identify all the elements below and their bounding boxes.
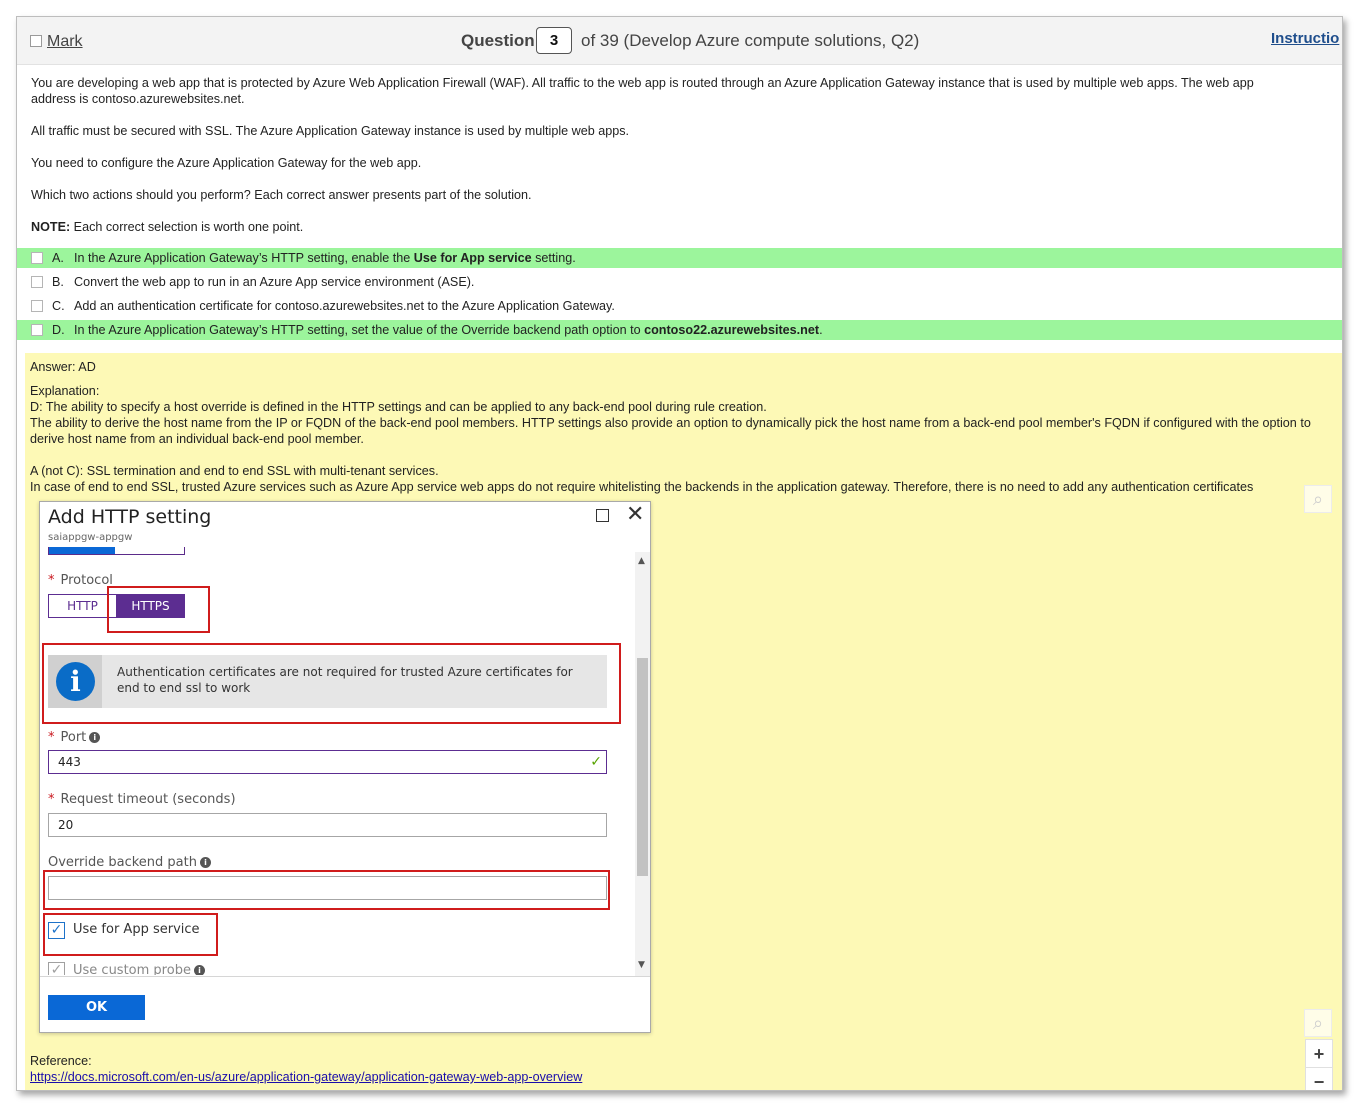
use-custom-probe-checkbox[interactable]: ✓ xyxy=(48,962,65,975)
option-text: Add an authentication certificate for co… xyxy=(74,299,615,313)
info-icon[interactable]: i xyxy=(200,857,211,868)
option-a[interactable]: A. In the Azure Application Gateway’s HT… xyxy=(17,248,1342,268)
question-paragraph: All traffic must be secured with SSL. Th… xyxy=(31,124,630,138)
add-http-setting-dialog: Add HTTP setting saiappgw-appgw ✕ * Proto… xyxy=(39,501,651,1033)
callout-info-banner xyxy=(42,643,621,724)
scroll-down-icon[interactable]: ▼ xyxy=(638,960,645,970)
reference-label: Reference: xyxy=(30,1054,92,1068)
option-text: In the Azure Application Gateway’s HTTP … xyxy=(74,323,823,337)
explanation-d-line: D: The ability to specify a host overrid… xyxy=(30,400,767,414)
toggle-partial xyxy=(48,547,185,555)
question-number-field[interactable]: 3 xyxy=(536,27,572,54)
option-checkbox[interactable] xyxy=(31,252,43,264)
port-input[interactable]: 443 ✓ xyxy=(48,750,607,774)
maximize-icon[interactable] xyxy=(596,509,609,522)
question-paragraph: You need to configure the Azure Applicat… xyxy=(31,156,422,170)
zoom-in-button[interactable]: + xyxy=(1306,1040,1332,1068)
request-timeout-label: * Request timeout (seconds) xyxy=(48,792,236,807)
note-paragraph: NOTE: Each correct selection is worth on… xyxy=(31,219,303,235)
answer-panel: Answer: AD Explanation: D: The ability t… xyxy=(25,353,1342,1090)
callout-https xyxy=(107,586,210,633)
mark-checkbox[interactable] xyxy=(30,35,42,47)
dialog-scrollbar[interactable]: ▲ ▼ xyxy=(635,552,650,976)
option-letter: C. xyxy=(52,299,65,313)
info-icon[interactable]: i xyxy=(193,965,205,975)
override-backend-path-label: Override backend path i xyxy=(48,855,211,870)
option-c[interactable]: C. Add an authentication certificate for… xyxy=(17,296,1342,316)
explanation-label: Explanation: xyxy=(30,384,100,398)
callout-use-app-service xyxy=(43,913,218,956)
explanation-a-detail: In case of end to end SSL, trusted Azure… xyxy=(30,480,1254,494)
dialog-title: Add HTTP setting xyxy=(48,506,212,528)
answer-line: Answer: AD xyxy=(30,360,96,374)
ok-button[interactable]: OK xyxy=(48,995,145,1020)
protocol-label: * Protocol xyxy=(48,573,113,588)
zoom-out-button[interactable]: − xyxy=(1306,1068,1332,1090)
question-paragraph: Which two actions should you perform? Ea… xyxy=(31,188,532,202)
cut-off-row: ✓ Use custom probe i xyxy=(40,954,635,975)
question-paragraph: You are developing a web app that is pro… xyxy=(31,75,1254,107)
instructions-link[interactable]: Instructio xyxy=(1271,30,1339,47)
option-letter: D. xyxy=(52,323,65,337)
option-checkbox[interactable] xyxy=(31,324,43,336)
option-checkbox[interactable] xyxy=(31,300,43,312)
question-count: of 39 (Develop Azure compute solutions, … xyxy=(581,31,920,50)
note-text: Each correct selection is worth one poin… xyxy=(70,220,304,234)
port-label: * Port i xyxy=(48,730,101,745)
option-text: In the Azure Application Gateway’s HTTP … xyxy=(74,251,576,265)
scroll-thumb[interactable] xyxy=(637,658,648,876)
option-letter: A. xyxy=(52,251,64,265)
mark-label[interactable]: Mark xyxy=(47,33,83,51)
option-d[interactable]: D. In the Azure Application Gateway’s HT… xyxy=(17,320,1342,340)
checkmark-icon: ✓ xyxy=(590,754,602,770)
magnifier-icon[interactable]: ⌕ xyxy=(1304,485,1332,513)
option-text: Convert the web app to run in an Azure A… xyxy=(74,275,475,289)
question-paragraph-line: address is contoso.azurewebsites.net. xyxy=(31,92,245,106)
exam-window: Mark Question 3 of 39 (Develop Azure com… xyxy=(16,16,1343,1091)
close-icon[interactable]: ✕ xyxy=(626,502,644,527)
option-checkbox[interactable] xyxy=(31,276,43,288)
note-label: NOTE: xyxy=(31,220,71,234)
option-letter: B. xyxy=(52,275,64,289)
zoom-control: + − xyxy=(1305,1039,1333,1090)
dialog-subtitle: saiappgw-appgw xyxy=(48,532,133,543)
option-b[interactable]: B. Convert the web app to run in an Azur… xyxy=(17,272,1342,292)
callout-override-path xyxy=(43,870,610,910)
question-header: Mark Question 3 of 39 (Develop Azure com… xyxy=(17,17,1342,65)
explanation-d-detail: The ability to derive the host name from… xyxy=(30,416,1311,446)
request-timeout-input[interactable]: 20 xyxy=(48,813,607,837)
explanation-a-line: A (not C): SSL termination and end to en… xyxy=(30,464,439,478)
question-paragraph-line: You are developing a web app that is pro… xyxy=(31,76,1254,90)
reference-link[interactable]: https://docs.microsoft.com/en-us/azure/a… xyxy=(30,1069,582,1085)
scroll-up-icon[interactable]: ▲ xyxy=(638,556,645,566)
use-custom-probe-label: Use custom probe i xyxy=(73,963,205,975)
question-label: Question xyxy=(461,31,535,50)
info-icon[interactable]: i xyxy=(89,732,101,743)
magnifier-icon[interactable]: ⌕ xyxy=(1304,1009,1332,1037)
